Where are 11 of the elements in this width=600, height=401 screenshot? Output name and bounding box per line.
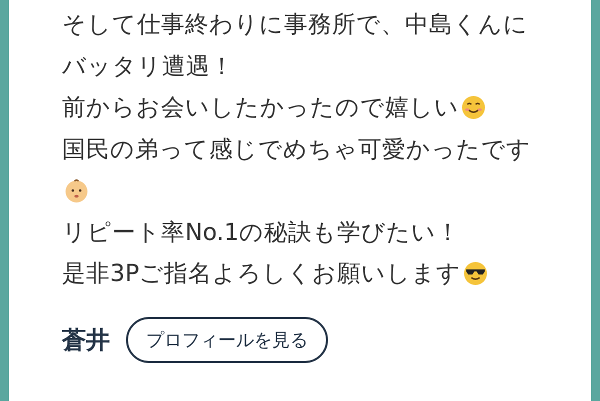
message-text: 是非3Pご指名よろしくお願いします bbox=[62, 258, 462, 289]
message-text: バッタリ遭遇！ bbox=[62, 50, 234, 82]
author-name: 蒼井 bbox=[62, 324, 110, 356]
profile-button[interactable]: プロフィールを見る bbox=[126, 316, 328, 362]
message-text: 前からお会いしたかったので嬉しい bbox=[62, 92, 459, 123]
sunglasses-face-icon bbox=[463, 261, 488, 286]
message-text: 国民の弟って感じでめちゃ可愛かったです bbox=[62, 134, 531, 164]
baby-face-icon bbox=[64, 178, 89, 204]
smiling-face-icon bbox=[461, 95, 486, 120]
message-text: そして仕事終わりに事務所で、中島くんに bbox=[62, 9, 528, 40]
message-text: リピート率No.1の秘訣も学びたい！ bbox=[62, 216, 460, 248]
